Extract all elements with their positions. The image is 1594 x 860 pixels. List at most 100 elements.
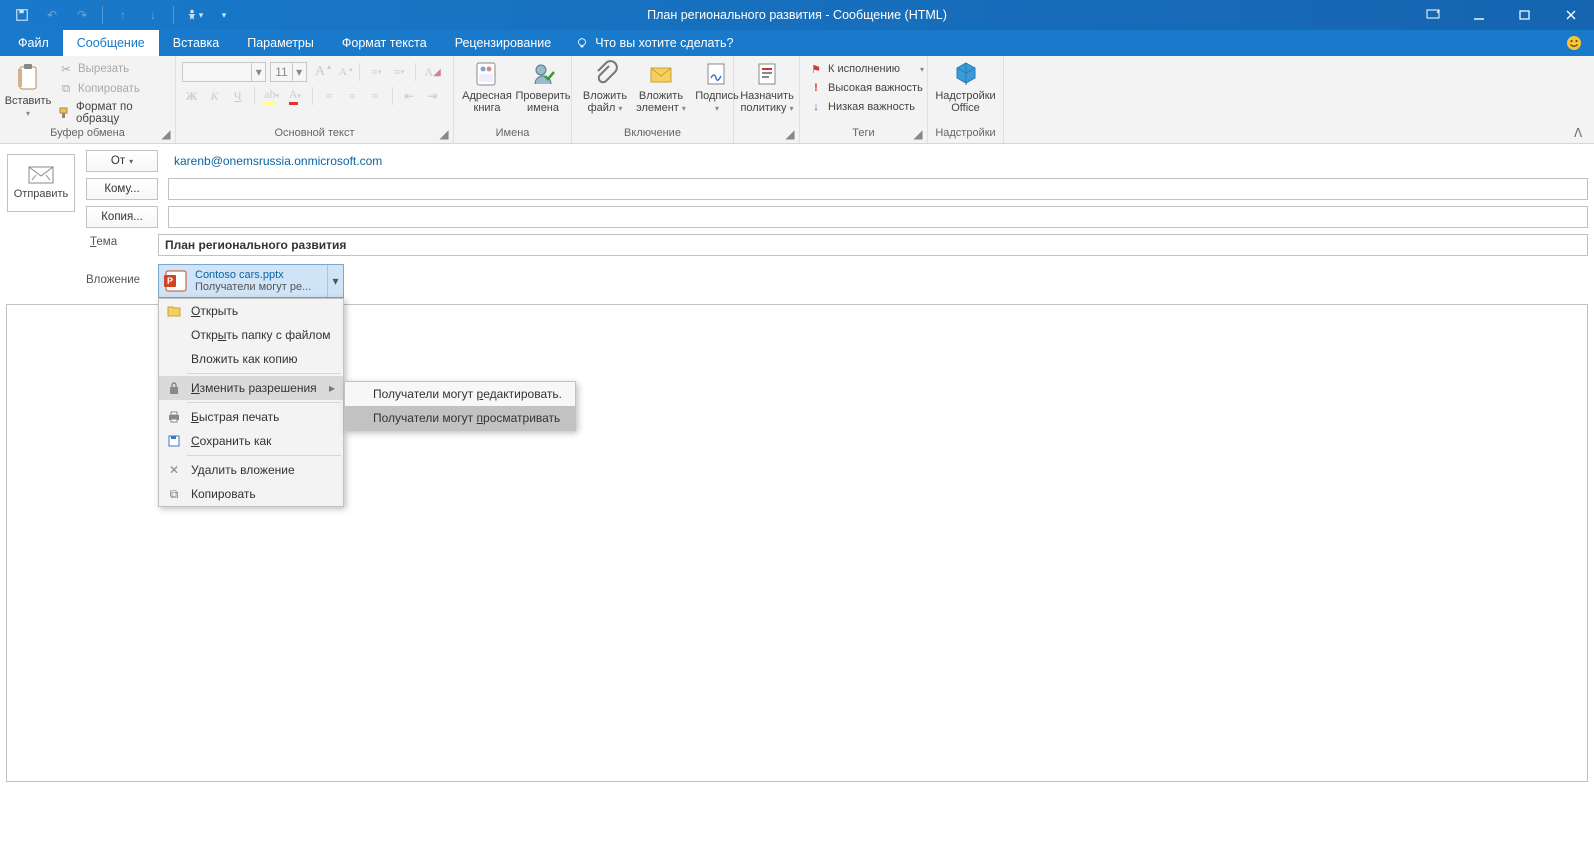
align-left-button[interactable]: ≡ — [319, 86, 338, 106]
scissors-icon: ✂ — [58, 61, 74, 77]
ctx-open[interactable]: Открыть — [159, 299, 343, 323]
address-book-button[interactable]: Адресная книга — [460, 58, 514, 114]
ctx-quick-print[interactable]: Быстрая печать — [159, 405, 343, 429]
cc-button[interactable]: Копия... — [86, 206, 158, 228]
redo-button[interactable]: ↷ — [68, 2, 96, 28]
policy-icon — [753, 60, 781, 88]
low-importance-button[interactable]: ↓Низкая важность — [806, 98, 926, 116]
copy-icon: ⧉ — [58, 81, 74, 97]
copy-icon: ⧉ — [165, 487, 183, 502]
group-tags-title: Теги — [852, 127, 874, 139]
brush-icon — [58, 105, 72, 121]
ctx-delete-attachment[interactable]: ✕Удалить вложение — [159, 458, 343, 482]
collapse-ribbon-button[interactable]: ᐱ — [1574, 126, 1588, 140]
undo-button[interactable]: ↶ — [38, 2, 66, 28]
from-value: karenb@onemsrussia.onmicrosoft.com — [168, 150, 1588, 172]
tell-me-label: Что вы хотите сделать? — [595, 36, 733, 50]
svg-text:P: P — [167, 276, 173, 286]
minimize-button[interactable] — [1456, 0, 1502, 30]
tags-dialog-launcher[interactable]: ◢ — [911, 127, 925, 141]
paperclip-icon — [591, 60, 619, 88]
cut-button[interactable]: ✂Вырезать — [54, 60, 169, 78]
office-addins-button[interactable]: Надстройки Office — [934, 58, 997, 114]
cc-input[interactable] — [168, 206, 1588, 228]
bold-button[interactable]: Ж — [182, 86, 201, 106]
next-item-button[interactable]: ↓ — [139, 2, 167, 28]
attachment-label: Вложение — [86, 274, 140, 286]
bullets-button[interactable]: ≡▾ — [367, 62, 386, 82]
qat-customize-button[interactable]: ▾ — [210, 2, 238, 28]
italic-button[interactable]: К — [205, 86, 224, 106]
assign-policy-button[interactable]: Назначить политику ▾ — [740, 58, 794, 114]
flag-icon: ⚑ — [808, 61, 824, 77]
ctx-open-folder[interactable]: Открыть папку с файлом — [159, 323, 343, 347]
font-size-combo[interactable]: 11▾ — [270, 62, 306, 82]
attachment-filename: Contoso cars.pptx — [195, 269, 339, 281]
high-importance-button[interactable]: !Высокая важность — [806, 79, 926, 97]
attach-file-button[interactable]: Вложить файл ▾ — [578, 58, 632, 114]
align-right-button[interactable]: ≡ — [366, 86, 385, 106]
maximize-button[interactable] — [1502, 0, 1548, 30]
attachment-chip[interactable]: P Contoso cars.pptx Получатели могут ре.… — [158, 264, 344, 298]
low-importance-icon: ↓ — [808, 99, 824, 115]
feedback-button[interactable] — [1566, 30, 1582, 56]
tab-format-text[interactable]: Формат текста — [328, 30, 441, 56]
send-button[interactable]: Отправить — [7, 154, 75, 212]
paste-button[interactable]: Вставить▾ — [6, 58, 50, 124]
close-button[interactable] — [1548, 0, 1594, 30]
ribbon-display-options-button[interactable] — [1410, 0, 1456, 30]
delete-icon: ✕ — [165, 463, 183, 477]
group-include-title: Включение — [624, 127, 681, 139]
signature-icon — [703, 60, 731, 88]
font-dialog-launcher[interactable]: ◢ — [437, 127, 451, 141]
ctx-copy[interactable]: ⧉Копировать — [159, 482, 343, 506]
quick-access-toolbar: ↶ ↷ ↑ ↓ ▾ ▾ — [0, 2, 238, 28]
tab-insert[interactable]: Вставка — [159, 30, 233, 56]
titlebar: ↶ ↷ ↑ ↓ ▾ ▾ План регионального развития … — [0, 0, 1594, 30]
increase-indent-button[interactable]: ⇥ — [423, 86, 442, 106]
tab-options[interactable]: Параметры — [233, 30, 328, 56]
font-color-button[interactable]: A▾ — [285, 86, 304, 106]
decrease-indent-button[interactable]: ⇤ — [400, 86, 419, 106]
prev-item-button[interactable]: ↑ — [109, 2, 137, 28]
ctx-save-as[interactable]: Сохранить как — [159, 429, 343, 453]
ribbon-tabs: Файл Сообщение Вставка Параметры Формат … — [0, 30, 1594, 56]
font-name-combo[interactable]: ▾ — [182, 62, 266, 82]
tab-review[interactable]: Рецензирование — [441, 30, 566, 56]
save-button[interactable] — [8, 2, 36, 28]
to-input[interactable] — [168, 178, 1588, 200]
ctx-attach-as-copy[interactable]: Вложить как копию — [159, 347, 343, 371]
permissions-can-view[interactable]: Получатели могут просматривать — [345, 406, 575, 430]
to-button[interactable]: Кому... — [86, 178, 158, 200]
from-button[interactable]: От ▾ — [86, 150, 158, 172]
send-icon — [28, 166, 54, 184]
group-basic-text-title: Основной текст — [275, 127, 355, 139]
permissions-icon — [165, 381, 183, 395]
paste-label: Вставить — [5, 95, 52, 107]
grow-font-button[interactable]: A▴ — [311, 62, 330, 82]
permissions-can-edit[interactable]: Получатели могут редактировать. — [345, 382, 575, 406]
attachment-dropdown-button[interactable]: ▾ — [327, 265, 343, 297]
underline-button[interactable]: Ч — [228, 86, 247, 106]
copy-button[interactable]: ⧉Копировать — [54, 80, 169, 98]
window-title: План регионального развития - Сообщение … — [647, 8, 947, 22]
high-importance-icon: ! — [808, 80, 824, 96]
numbering-button[interactable]: ≡▾ — [390, 62, 409, 82]
follow-up-button[interactable]: ⚑К исполнению ▾ — [806, 60, 926, 78]
format-painter-button[interactable]: Формат по образцу — [54, 100, 169, 126]
tell-me-search[interactable]: Что вы хотите сделать? — [575, 30, 733, 56]
subject-input[interactable] — [158, 234, 1588, 256]
ctx-change-permissions[interactable]: Изменить разрешения▸ — [159, 376, 343, 400]
clear-formatting-button[interactable]: A◢ — [423, 62, 442, 82]
attach-item-button[interactable]: Вложить элемент ▾ — [634, 58, 688, 114]
tab-file[interactable]: Файл — [4, 30, 63, 56]
tab-message[interactable]: Сообщение — [63, 30, 159, 56]
highlight-button[interactable]: ab▾ — [262, 86, 281, 106]
powerpoint-icon: P — [163, 268, 189, 294]
clipboard-dialog-launcher[interactable]: ◢ — [159, 127, 173, 141]
check-names-button[interactable]: Проверить имена — [516, 58, 570, 114]
shrink-font-button[interactable]: A▾ — [333, 62, 352, 82]
policy-dialog-launcher[interactable]: ◢ — [783, 127, 797, 141]
accessibility-button[interactable]: ▾ — [180, 2, 208, 28]
align-center-button[interactable]: ≡ — [343, 86, 362, 106]
